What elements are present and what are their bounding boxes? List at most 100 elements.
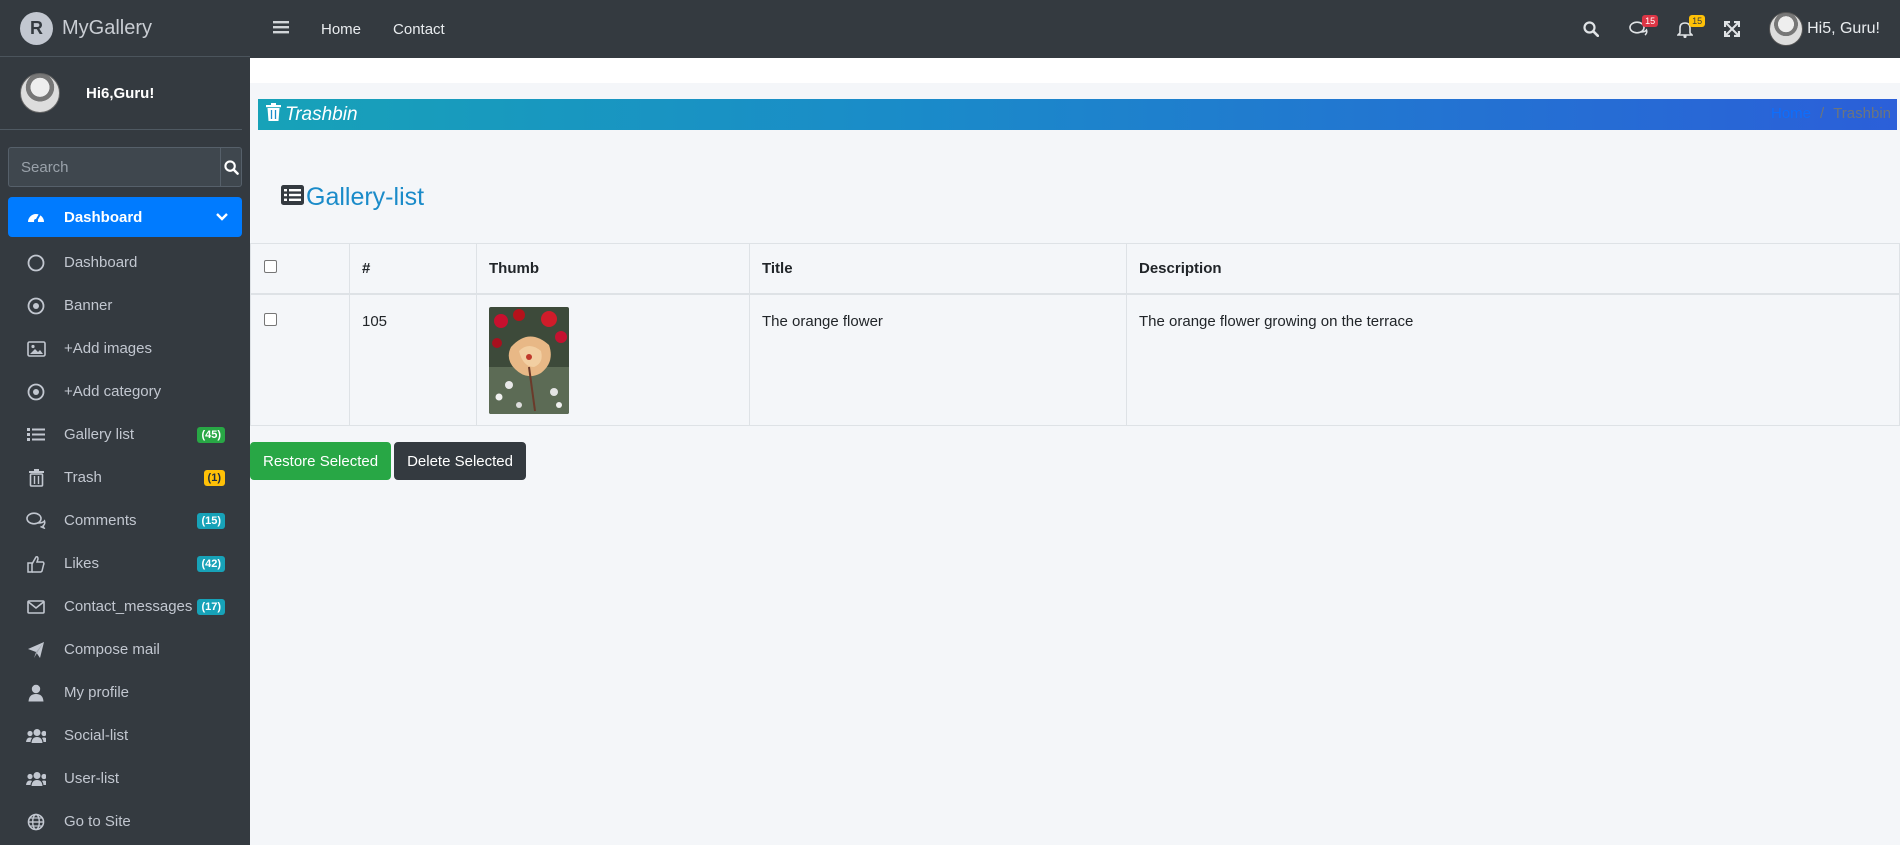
sidebar-item-gallery-list[interactable]: Gallery list (45) (8, 413, 242, 456)
sidebar-item-label: Contact_messages (64, 598, 193, 615)
comments-icon (26, 511, 46, 531)
brand-link[interactable]: R MyGallery (0, 0, 250, 57)
column-header-thumb: Thumb (476, 243, 750, 295)
user-panel[interactable]: Hi6,Guru! (0, 57, 242, 130)
nav-link-contact[interactable]: Contact (393, 21, 445, 38)
count-badge: (15) (197, 512, 225, 529)
list-alt-icon (281, 185, 304, 210)
sidebar-item-likes[interactable]: Likes (42) (8, 542, 242, 585)
thumbnail-image[interactable] (489, 306, 569, 414)
dot-circle-icon (26, 382, 46, 402)
sidebar-nav: Dashboard Dashboard Banner +Add images +… (0, 197, 250, 843)
count-badge: (1) (203, 469, 225, 486)
trash-icon (26, 468, 46, 488)
gallery-table: # Thumb Title Description 105 The orange… (250, 243, 1900, 426)
page-header: Trashbin Home / Trashbin (258, 99, 1897, 130)
top-user-name: Hi5, Guru! (1807, 20, 1880, 37)
sidebar-item-label: My profile (64, 684, 130, 701)
sidebar-item-label: Comments (64, 512, 137, 529)
breadcrumb-current: Trashbin (1833, 105, 1891, 122)
sidebar-user-name: Hi6,Guru! (86, 84, 155, 102)
select-all-checkbox[interactable] (264, 259, 277, 273)
sidebar-item-label: +Add category (64, 383, 162, 400)
sidebar-search (8, 147, 242, 187)
row-description: The orange flower growing on the terrace (1126, 293, 1900, 426)
sidebar-item-compose-mail[interactable]: Compose mail (8, 628, 242, 671)
sidebar-item-label: Gallery list (64, 426, 135, 443)
image-icon (26, 339, 46, 359)
sidebar-item-label: +Add images (64, 340, 152, 357)
sidebar-item-dashboard-menu[interactable]: Dashboard (8, 197, 242, 237)
sidebar-item-label: User-list (64, 770, 119, 787)
chevron-down-icon (216, 209, 228, 226)
count-badge: (17) (197, 598, 225, 615)
breadcrumb-separator: / (1820, 105, 1825, 122)
menu-toggle-icon[interactable] (273, 20, 289, 39)
sidebar-item-user-list[interactable]: User-list (8, 757, 242, 800)
user-icon (26, 683, 46, 703)
select-all-header (250, 243, 350, 295)
sidebar-item-contact-messages[interactable]: Contact_messages (17) (8, 585, 242, 628)
search-icon[interactable] (1581, 19, 1601, 39)
top-right-controls: 15 15 Hi5, Guru! (1581, 0, 1900, 58)
content-header-spacer (250, 58, 1900, 83)
row-select-cell (250, 293, 350, 426)
bulk-actions: Restore Selected Delete Selected (250, 442, 526, 480)
table-header-row: # Thumb Title Description (250, 243, 1900, 295)
search-button[interactable] (220, 147, 242, 187)
sidebar-item-label: Compose mail (64, 641, 160, 658)
comments-count-badge: 15 (1642, 15, 1659, 27)
comments-icon[interactable]: 15 (1628, 15, 1659, 39)
row-title: The orange flower (749, 293, 1127, 426)
sidebar-item-add-images[interactable]: +Add images (8, 327, 242, 370)
sidebar-item-add-category[interactable]: +Add category (8, 370, 242, 413)
row-id: 105 (349, 293, 477, 426)
users-icon (26, 769, 46, 789)
count-badge: (45) (197, 426, 225, 443)
nav-link-home[interactable]: Home (321, 21, 361, 38)
sidebar-item-label: Dashboard (64, 208, 143, 226)
thumbs-up-icon (26, 554, 46, 574)
breadcrumb-home-link[interactable]: Home (1771, 105, 1811, 122)
gallery-heading: Gallery-list (281, 183, 424, 212)
sidebar-item-label: Likes (64, 555, 100, 572)
search-icon (223, 159, 239, 175)
sidebar-item-comments[interactable]: Comments (15) (8, 499, 242, 542)
section-title: Gallery-list (306, 183, 425, 211)
envelope-icon (26, 597, 46, 617)
notifications-count-badge: 15 (1689, 15, 1706, 27)
sidebar-item-go-to-site[interactable]: Go to Site (8, 800, 242, 843)
avatar (20, 73, 60, 113)
sidebar-item-label: Dashboard (64, 254, 138, 271)
expand-icon[interactable] (1722, 19, 1742, 39)
tachometer-icon (26, 207, 46, 227)
sidebar-item-banner[interactable]: Banner (8, 284, 242, 327)
top-navbar: Home Contact 15 15 Hi5, Guru! (250, 0, 1900, 58)
row-checkbox[interactable] (264, 312, 277, 326)
column-header-title: Title (749, 243, 1127, 295)
sidebar-item-trash[interactable]: Trash (1) (8, 456, 242, 499)
breadcrumb: Home / Trashbin (1771, 105, 1891, 122)
top-user-menu[interactable]: Hi5, Guru! (1769, 12, 1880, 46)
sidebar-item-label: Social-list (64, 727, 129, 744)
list-icon (26, 425, 46, 445)
sidebar-item-my-profile[interactable]: My profile (8, 671, 242, 714)
count-badge: (42) (197, 555, 225, 572)
globe-icon (26, 812, 46, 832)
column-header-description: Description (1126, 243, 1900, 295)
sidebar-item-label: Go to Site (64, 813, 131, 830)
bell-icon[interactable]: 15 (1675, 15, 1706, 39)
delete-selected-button[interactable]: Delete Selected (394, 442, 526, 480)
paper-plane-icon (26, 640, 46, 660)
row-thumb-cell (476, 293, 750, 426)
brand-name: MyGallery (62, 16, 153, 39)
search-input[interactable] (8, 147, 220, 187)
sidebar-item-social-list[interactable]: Social-list (8, 714, 242, 757)
sidebar: R MyGallery Hi6,Guru! Dashboard Dashboar… (0, 0, 250, 845)
sidebar-item-dashboard[interactable]: Dashboard (8, 241, 242, 284)
restore-selected-button[interactable]: Restore Selected (250, 442, 392, 480)
column-header-id: # (349, 243, 477, 295)
dot-circle-icon (26, 296, 46, 316)
brand-logo-icon: R (20, 11, 53, 45)
trash-icon (266, 103, 281, 126)
